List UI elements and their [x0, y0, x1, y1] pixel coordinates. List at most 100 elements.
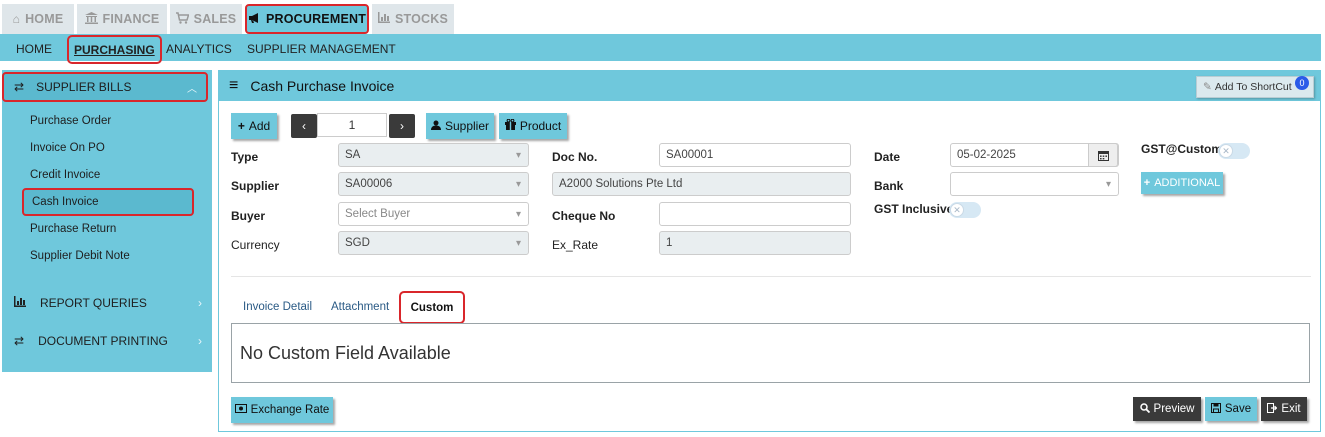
supplier-name-field: A2000 Solutions Pte Ltd [552, 172, 851, 196]
sidebar-group-label: REPORT QUERIES [40, 296, 147, 310]
previous-record-button[interactable]: ‹ [291, 114, 317, 138]
tab-sales[interactable]: SALES [170, 4, 242, 34]
sidebar-item-purchase-order[interactable]: Purchase Order [30, 115, 111, 127]
tab-procurement-label: PROCUREMENT [265, 12, 367, 26]
type-select[interactable]: SA [338, 143, 529, 167]
docno-label: Doc No. [552, 150, 598, 164]
buyer-select[interactable]: Select Buyer [338, 202, 529, 226]
shortcut-label: Add To ShortCut [1214, 81, 1292, 93]
tab-stocks[interactable]: STOCKS [372, 4, 454, 34]
sidebar-item-credit-invoice[interactable]: Credit Invoice [30, 169, 100, 181]
product-label: Product [519, 119, 562, 133]
money-icon [234, 404, 247, 416]
tab-procurement[interactable]: PROCUREMENT [245, 4, 369, 34]
floppy-icon [1210, 402, 1221, 416]
bank-icon [84, 11, 98, 27]
gst-custom-toggle[interactable]: ✕ [1218, 143, 1250, 159]
tab-finance-label: FINANCE [102, 12, 160, 26]
buyer-label: Buyer [231, 209, 266, 223]
subnav-home[interactable]: HOME [16, 34, 52, 64]
tab-attachment[interactable]: Attachment [331, 301, 389, 313]
page-title: Cash Purchase Invoice [250, 78, 395, 94]
supplier-button[interactable]: Supplier [426, 113, 494, 139]
close-icon: ✕ [950, 203, 964, 217]
date-input[interactable]: 05-02-2025 [950, 143, 1119, 167]
search-icon [1139, 402, 1150, 416]
currency-label: Currency [231, 238, 280, 252]
home-icon: ⌂ [12, 12, 21, 26]
megaphone-icon [248, 12, 261, 27]
sidebar-item-supplier-debit-note[interactable]: Supplier Debit Note [30, 250, 130, 262]
pin-icon: ✎ [1203, 81, 1212, 93]
gst-inclusive-toggle[interactable]: ✕ [949, 202, 981, 218]
save-button[interactable]: Save [1205, 397, 1257, 421]
tab-finance[interactable]: FINANCE [77, 4, 167, 34]
close-icon: ✕ [1219, 144, 1233, 158]
tab-sales-label: SALES [193, 12, 237, 26]
hamburger-menu-icon[interactable]: ≡ [229, 77, 238, 95]
date-label: Date [874, 150, 901, 164]
supplier-select[interactable]: SA00006 [338, 172, 529, 196]
subnav-analytics[interactable]: ANALYTICS [166, 34, 232, 64]
chevron-right-icon: › [400, 119, 404, 133]
panel-header: ≡ Cash Purchase Invoice ✎ Add To ShortCu… [219, 71, 1320, 101]
type-value: SA [345, 149, 361, 161]
tab-invoice-detail[interactable]: Invoice Detail [243, 301, 312, 313]
sidebar-header-supplier-bills[interactable]: ⇄ SUPPLIER BILLS ︿ [2, 72, 208, 102]
plus-icon: + [237, 119, 245, 133]
next-record-button[interactable]: › [389, 114, 415, 138]
bank-select[interactable] [950, 172, 1119, 196]
preview-button[interactable]: Preview [1133, 397, 1201, 421]
exrate-input[interactable]: 1 [659, 231, 851, 255]
cheque-input[interactable] [659, 202, 851, 226]
docno-input[interactable]: SA00001 [659, 143, 851, 167]
exit-icon [1267, 402, 1278, 416]
exrate-label: Ex_Rate [552, 238, 599, 252]
custom-empty-message: No Custom Field Available [240, 342, 451, 363]
bank-label: Bank [874, 179, 904, 193]
add-button[interactable]: + Add [231, 113, 277, 139]
sidebar-item-invoice-on-po[interactable]: Invoice On PO [30, 142, 105, 154]
plus-icon: + [1143, 177, 1151, 189]
subnav-supplier-management[interactable]: SUPPLIER MANAGEMENT [247, 34, 396, 64]
subnav-purchasing[interactable]: PURCHASING [67, 35, 162, 64]
tab-custom[interactable]: Custom [399, 291, 465, 324]
user-icon [430, 119, 441, 133]
tab-stocks-label: STOCKS [394, 12, 449, 26]
sidebar-group-document-printing[interactable]: ⇄ DOCUMENT PRINTING › [2, 326, 212, 356]
add-to-shortcut-button[interactable]: ✎ Add To ShortCut 0 [1196, 76, 1314, 98]
gst-inclusive-label: GST Inclusive [874, 202, 954, 216]
currency-value: SGD [345, 237, 370, 249]
record-number-input[interactable]: 1 [317, 113, 387, 137]
exchange-icon: ⇄ [14, 334, 25, 348]
exrate-value: 1 [666, 237, 673, 249]
calendar-icon[interactable] [1088, 143, 1118, 167]
shortcut-count-badge: 0 [1295, 76, 1309, 90]
section-divider [231, 276, 1311, 277]
exchange-rate-button[interactable]: Exchange Rate [231, 397, 333, 423]
supplier-field-label: Supplier [231, 179, 280, 193]
tab-home-label: HOME [25, 12, 64, 26]
supplier-label: Supplier [444, 119, 490, 133]
main-panel: ≡ Cash Purchase Invoice ✎ Add To ShortCu… [218, 70, 1321, 432]
supplier-name-value: A2000 Solutions Pte Ltd [559, 178, 683, 190]
gst-custom-label: GST@Custom [1141, 142, 1223, 156]
date-value: 05-02-2025 [957, 149, 1016, 161]
product-button[interactable]: Product [499, 113, 567, 139]
chevron-right-icon: › [198, 334, 202, 348]
chevron-up-icon: ︿ [187, 83, 197, 95]
sidebar-item-purchase-return[interactable]: Purchase Return [30, 223, 116, 235]
tab-home[interactable]: ⌂ HOME [2, 4, 74, 34]
sidebar-group-report-queries[interactable]: REPORT QUERIES › [2, 288, 212, 318]
currency-select[interactable]: SGD [338, 231, 529, 255]
sidebar-item-cash-invoice[interactable]: Cash Invoice [22, 188, 194, 216]
supplier-value: SA00006 [345, 178, 393, 190]
add-label: Add [248, 119, 271, 133]
additional-button[interactable]: + ADDITIONAL [1141, 172, 1223, 194]
exchange-icon: ⇄ [14, 80, 25, 94]
gift-icon [504, 118, 516, 133]
top-tab-bar: ⌂ HOME FINANCE SALES PROCUREMENT STOCKS [0, 0, 1325, 36]
chevron-left-icon: ‹ [302, 119, 306, 133]
exit-button[interactable]: Exit [1261, 397, 1307, 421]
exchange-rate-label: Exchange Rate [250, 404, 330, 416]
